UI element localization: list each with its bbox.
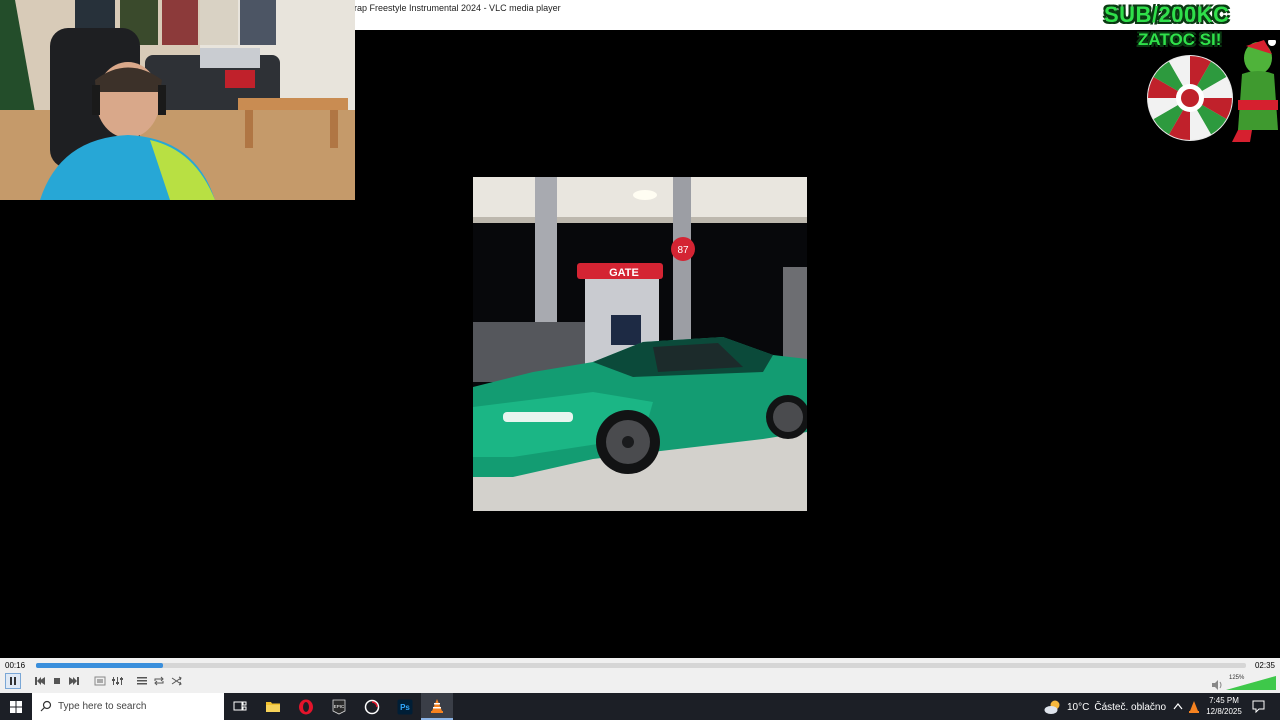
time-elapsed: 00:16	[5, 661, 26, 670]
chevron-up-icon[interactable]	[1173, 702, 1183, 710]
photoshop-button[interactable]: Ps	[389, 693, 421, 720]
webcam-overlay	[0, 0, 355, 200]
window-title: rap Freestyle Instrumental 2024 - VLC me…	[354, 3, 561, 13]
speaker-icon[interactable]	[1211, 680, 1223, 690]
spin-wheel[interactable]	[1146, 54, 1234, 142]
epic-label: EPIC	[334, 704, 345, 709]
next-button[interactable]	[66, 673, 82, 689]
playlist-button[interactable]	[134, 673, 150, 689]
photoshop-icon: Ps	[397, 699, 413, 714]
pump-number: 87	[677, 245, 689, 256]
seek-progress	[36, 663, 164, 668]
opera-icon	[299, 699, 313, 714]
stop-button[interactable]	[49, 673, 65, 689]
album-art: GATE 87	[473, 177, 807, 511]
shuffle-icon	[171, 676, 182, 686]
taskbar-search[interactable]: Type here to search	[32, 693, 224, 720]
equalizer-icon	[112, 677, 123, 685]
folder-icon	[266, 702, 280, 712]
search-placeholder: Type here to search	[58, 701, 147, 712]
time-total: 02:35	[1254, 661, 1275, 670]
loop-icon	[154, 676, 164, 686]
previous-icon	[35, 677, 45, 685]
windows-taskbar: Type here to search EPIC Ps 10°C Částeč.…	[0, 693, 1280, 720]
playlist-icon	[137, 677, 147, 685]
fullscreen-icon	[94, 676, 106, 686]
clock-time: 7:45 PM	[1209, 696, 1239, 705]
vlc-cone-icon	[431, 698, 443, 713]
weather-icon	[1044, 700, 1060, 714]
notification-icon[interactable]	[1252, 700, 1265, 713]
station-sign: GATE	[609, 267, 639, 279]
clock-date: 12/8/2025	[1206, 707, 1242, 716]
pause-icon	[10, 677, 16, 685]
vlc-tray-icon[interactable]	[1188, 700, 1200, 713]
photoshop-label: Ps	[400, 703, 410, 712]
app-circle-icon	[364, 699, 380, 714]
next-icon	[69, 677, 79, 685]
shuffle-button[interactable]	[169, 673, 185, 689]
epic-games-icon: EPIC	[332, 699, 346, 714]
grinch-icon	[1232, 40, 1278, 142]
extended-settings-button[interactable]	[109, 673, 125, 689]
zatoc-si-text: ZATOC SI!	[1138, 30, 1222, 49]
search-icon	[40, 700, 52, 712]
seek-bar[interactable]	[36, 663, 1246, 668]
circle-app-button[interactable]	[356, 693, 388, 720]
previous-button[interactable]	[32, 673, 48, 689]
opera-button[interactable]	[290, 693, 322, 720]
desktop: rap Freestyle Instrumental 2024 - VLC me…	[0, 0, 1280, 720]
fullscreen-button[interactable]	[92, 673, 108, 689]
vlc-controls: 00:16 02:35 125%	[0, 658, 1280, 693]
volume-percent: 125%	[1229, 675, 1245, 681]
epic-games-button[interactable]: EPIC	[323, 693, 355, 720]
weather-desc: Částeč. oblačno	[1094, 701, 1167, 713]
sub-goal-text: SUB/200KC	[1104, 2, 1230, 27]
weather-temp: 10°C	[1067, 701, 1090, 713]
vlc-taskbar-button[interactable]	[421, 693, 453, 720]
windows-logo-icon	[10, 700, 22, 713]
task-view-button[interactable]	[224, 693, 256, 720]
task-view-icon	[233, 701, 247, 710]
stop-icon	[54, 678, 60, 684]
weather-widget[interactable]: 10°C Částeč. oblačno	[1044, 698, 1166, 716]
taskbar-clock[interactable]: 7:45 PM 12/8/2025	[1204, 695, 1244, 717]
pause-button[interactable]	[5, 673, 21, 689]
start-button[interactable]	[0, 693, 32, 720]
file-explorer-button[interactable]	[257, 693, 289, 720]
sub-goal-overlay: SUB/200KC ZATOC SI!	[1100, 0, 1280, 145]
loop-button[interactable]	[151, 673, 167, 689]
